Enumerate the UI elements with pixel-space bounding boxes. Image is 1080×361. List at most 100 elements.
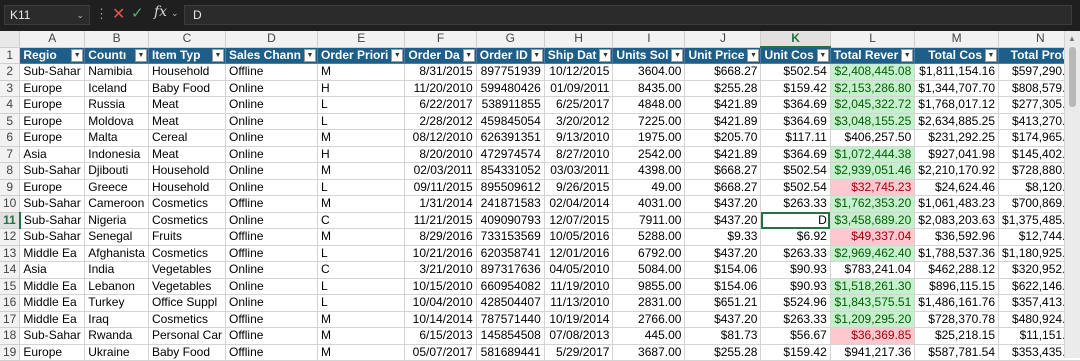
table-cell[interactable]: 8/27/2010 <box>544 146 614 163</box>
table-cell[interactable]: Offline <box>225 311 319 328</box>
column-header-i[interactable]: I <box>612 31 686 48</box>
table-cell[interactable]: $159.42 <box>760 80 831 97</box>
table-cell[interactable]: Offline <box>225 63 319 81</box>
filter-dropdown-icon[interactable]: ▼ <box>901 48 914 62</box>
table-cell[interactable]: Lebanon <box>84 278 149 295</box>
table-cell[interactable]: Vegetables <box>148 278 226 295</box>
table-cell[interactable]: $421.89 <box>684 96 762 114</box>
filter-dropdown-icon[interactable]: ▼ <box>985 48 998 62</box>
table-cell[interactable]: $1,061,483.23 <box>914 195 1000 213</box>
table-cell[interactable]: 6792.00 <box>612 245 686 262</box>
column-header-b[interactable]: B <box>84 31 149 48</box>
table-cell[interactable]: $56.67 <box>760 327 831 345</box>
table-cell[interactable]: $49,337.04 <box>830 228 916 246</box>
column-title-cell[interactable]: Sales Chann ▼ <box>225 47 319 64</box>
table-cell[interactable]: 6/15/2013 <box>404 327 477 345</box>
table-cell[interactable]: Online <box>225 294 319 312</box>
table-cell[interactable]: $462,288.12 <box>914 261 1000 279</box>
table-cell[interactable]: Sub-Sahar <box>19 212 86 229</box>
table-cell[interactable]: Europe <box>19 344 86 361</box>
table-cell[interactable]: 428504407 <box>476 294 545 312</box>
table-cell[interactable]: Russia <box>84 96 149 114</box>
table-cell[interactable]: $1,486,161.76 <box>914 294 1000 312</box>
table-cell[interactable]: 409090793 <box>476 212 545 229</box>
table-cell[interactable]: $154.06 <box>684 278 762 295</box>
table-cell[interactable]: Cosmetics <box>148 212 226 229</box>
select-all-corner[interactable] <box>0 31 21 48</box>
table-cell[interactable]: L <box>317 278 406 295</box>
table-cell[interactable]: $159.42 <box>760 344 831 361</box>
table-cell[interactable]: Offline <box>225 245 319 262</box>
row-header[interactable]: 15 <box>0 278 21 295</box>
table-cell[interactable]: Iceland <box>84 80 149 97</box>
table-cell[interactable]: $90.93 <box>760 278 831 295</box>
table-cell[interactable]: Office Suppl <box>148 294 226 312</box>
table-cell[interactable]: $437.20 <box>684 195 762 213</box>
filter-dropdown-icon[interactable]: ▼ <box>671 48 684 62</box>
table-cell[interactable]: $502.54 <box>760 179 831 196</box>
table-cell[interactable]: 10/19/2014 <box>544 311 614 328</box>
table-cell[interactable]: Europe <box>19 96 86 114</box>
table-cell[interactable]: 5288.00 <box>612 228 686 246</box>
row-header[interactable]: 2 <box>0 63 21 81</box>
table-cell[interactable]: C <box>317 261 406 279</box>
table-cell[interactable]: Sub-Sahar <box>19 63 86 81</box>
table-cell[interactable]: 3687.00 <box>612 344 686 361</box>
table-cell[interactable]: 6/22/2017 <box>404 96 477 114</box>
enter-check-icon[interactable]: ✓ <box>131 4 144 22</box>
row-header[interactable]: 12 <box>0 228 21 246</box>
table-cell[interactable]: 733153569 <box>476 228 545 246</box>
table-cell[interactable]: $364.69 <box>760 146 831 163</box>
row-header[interactable]: 16 <box>0 294 21 312</box>
table-cell[interactable]: $587,781.54 <box>914 344 1000 361</box>
table-cell[interactable]: Europe <box>19 179 86 196</box>
table-cell[interactable]: $32,745.23 <box>830 179 916 196</box>
row-header[interactable]: 8 <box>0 162 21 180</box>
table-cell[interactable]: Greece <box>84 179 149 196</box>
table-cell[interactable]: $668.27 <box>684 63 762 81</box>
column-title-cell[interactable]: Unit Cos ▼ <box>760 47 831 64</box>
table-cell[interactable]: $24,624.46 <box>914 179 1000 196</box>
table-cell[interactable]: 5/29/2017 <box>544 344 614 361</box>
table-cell[interactable]: 8/31/2015 <box>404 63 477 81</box>
column-title-cell[interactable]: Unit Price ▼ <box>684 47 762 64</box>
table-cell[interactable]: Cosmetics <box>148 311 226 328</box>
column-title-cell[interactable]: Countı ▼ <box>84 47 149 64</box>
table-cell[interactable]: Cosmetics <box>148 195 226 213</box>
table-cell[interactable]: 11/20/2010 <box>404 80 477 97</box>
table-cell[interactable]: 1975.00 <box>612 129 686 147</box>
table-cell[interactable]: $81.73 <box>684 327 762 345</box>
table-cell[interactable]: $1,768,017.12 <box>914 96 1000 114</box>
insert-function-icon[interactable]: fx <box>154 4 167 20</box>
table-cell[interactable]: $1,344,707.70 <box>914 80 1000 97</box>
table-cell[interactable]: $2,153,286.80 <box>830 80 916 97</box>
table-cell[interactable]: 12/07/2015 <box>544 212 614 229</box>
table-cell[interactable]: 472974574 <box>476 146 545 163</box>
table-cell[interactable]: L <box>317 179 406 196</box>
table-cell[interactable]: 241871583 <box>476 195 545 213</box>
table-cell[interactable]: $2,045,322.72 <box>830 96 916 114</box>
column-header-g[interactable]: G <box>476 31 545 48</box>
table-cell[interactable]: 02/03/2011 <box>404 162 477 180</box>
column-header-j[interactable]: J <box>684 31 762 48</box>
table-cell[interactable]: Offline <box>225 344 319 361</box>
table-cell[interactable]: 04/05/2010 <box>544 261 614 279</box>
table-cell[interactable]: Asia <box>19 146 86 163</box>
table-cell[interactable]: Namibia <box>84 63 149 81</box>
table-cell[interactable]: Household <box>148 162 226 180</box>
table-cell[interactable]: Baby Food <box>148 80 226 97</box>
row-header[interactable]: 3 <box>0 80 21 97</box>
table-cell[interactable]: 10/21/2016 <box>404 245 477 262</box>
column-header-h[interactable]: H <box>544 31 614 48</box>
scroll-up-icon[interactable]: ▲ <box>1068 34 1076 43</box>
table-cell[interactable]: 01/09/2011 <box>544 80 614 97</box>
more-options-icon[interactable]: ⋮ <box>95 6 108 22</box>
table-cell[interactable]: 7911.00 <box>612 212 686 229</box>
row-header[interactable]: 19 <box>0 344 21 361</box>
table-cell[interactable]: 459845054 <box>476 113 545 130</box>
table-cell[interactable]: Ukraine <box>84 344 149 361</box>
table-cell[interactable]: $437.20 <box>684 212 762 229</box>
column-title-cell[interactable]: Total Rever ▼ <box>830 47 916 64</box>
table-cell[interactable]: 2542.00 <box>612 146 686 163</box>
column-header-c[interactable]: C <box>148 31 226 48</box>
